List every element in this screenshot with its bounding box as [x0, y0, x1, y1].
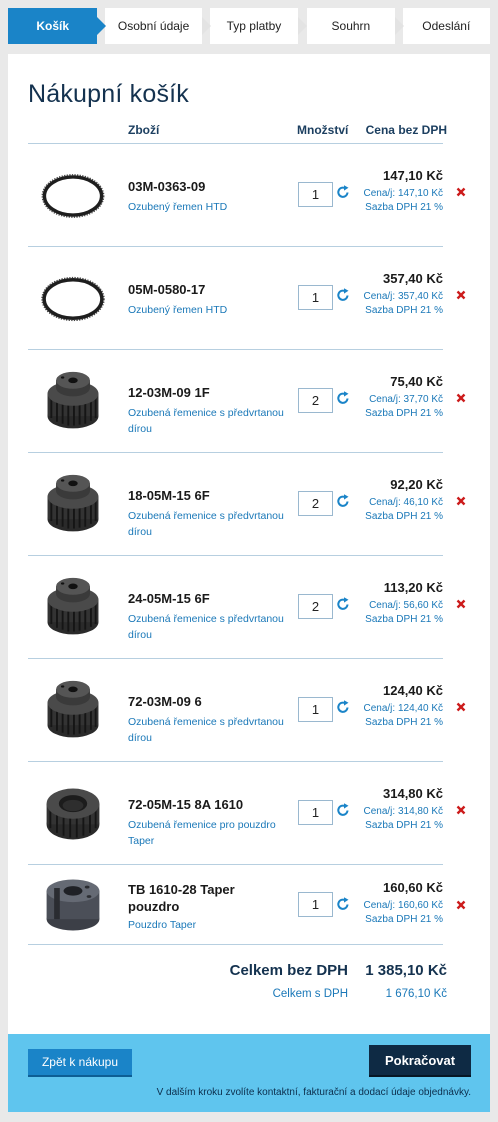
- unit-price: Cena/j: 357,40 Kč: [363, 291, 444, 302]
- pulley-icon[interactable]: [28, 556, 118, 659]
- vat-rate: Sazba DPH 21 %: [365, 202, 443, 213]
- total-gross-value: 1 676,10 Kč: [385, 988, 447, 1000]
- row-price: 113,20 Kč: [383, 580, 443, 595]
- step-arrow: [394, 17, 404, 35]
- cart-row: 24-05M-15 6F Ozubená řemenice s předvrta…: [28, 556, 443, 659]
- row-price: 314,80 Kč: [383, 786, 443, 801]
- vat-rate: Sazba DPH 21 %: [365, 408, 443, 419]
- unit-price: Cena/j: 314,80 Kč: [363, 806, 444, 817]
- back-to-shop-button[interactable]: Zpět k nákupu: [28, 1049, 132, 1077]
- step-arrow: [97, 17, 107, 35]
- step-summary[interactable]: Souhrn: [307, 8, 404, 44]
- cart-footer: Zpět k nákupu Pokračovat V dalším kroku …: [8, 1034, 490, 1112]
- product-code[interactable]: 03M-0363-09: [128, 178, 288, 195]
- product-description[interactable]: Ozubená řemenice s předvrtanou dírou: [128, 611, 293, 643]
- vat-rate: Sazba DPH 21 %: [365, 820, 443, 831]
- remove-icon[interactable]: [455, 804, 467, 816]
- cart-row: 05M-0580-17 Ozubený řemen HTD 357,40 Kč …: [28, 247, 443, 350]
- remove-icon[interactable]: [455, 392, 467, 404]
- vat-rate: Sazba DPH 21 %: [365, 305, 443, 316]
- remove-icon[interactable]: [455, 598, 467, 610]
- product-description[interactable]: Ozubená řemenice s předvrtanou dírou: [128, 508, 293, 540]
- remove-icon[interactable]: [455, 289, 467, 301]
- vat-rate: Sazba DPH 21 %: [365, 511, 443, 522]
- product-description[interactable]: Ozubený řemen HTD: [128, 302, 293, 318]
- step-label: Odeslání: [422, 19, 471, 33]
- pulley-icon[interactable]: [28, 659, 118, 762]
- product-code[interactable]: 05M-0580-17: [128, 281, 288, 298]
- vat-rate: Sazba DPH 21 %: [365, 914, 443, 925]
- cart-row: TB 1610-28 Taper pouzdro Pouzdro Taper 1…: [28, 865, 443, 945]
- product-description[interactable]: Ozubená řemenice s předvrtanou dírou: [128, 714, 293, 746]
- remove-icon[interactable]: [455, 186, 467, 198]
- step-label: Typ platby: [226, 19, 282, 33]
- pulley-icon[interactable]: [28, 453, 118, 556]
- step-cart[interactable]: Košík: [8, 8, 107, 44]
- step-arrow: [201, 17, 211, 35]
- remove-icon[interactable]: [455, 899, 467, 911]
- product-code[interactable]: 24-05M-15 6F: [128, 590, 288, 607]
- cart-row: 72-03M-09 6 Ozubená řemenice s předvrtan…: [28, 659, 443, 762]
- step-label: Souhrn: [331, 19, 371, 33]
- step-submit[interactable]: Odeslání: [402, 8, 491, 44]
- step-label: Košík: [36, 19, 70, 33]
- row-price: 160,60 Kč: [383, 880, 443, 895]
- unit-price: Cena/j: 124,40 Kč: [363, 703, 444, 714]
- product-code[interactable]: 72-05M-15 8A 1610: [128, 796, 288, 813]
- step-payment-type[interactable]: Typ platby: [209, 8, 308, 44]
- total-net-label: Celkem bez DPH: [229, 962, 348, 979]
- taper-pulley-icon[interactable]: [28, 762, 118, 865]
- remove-icon[interactable]: [455, 495, 467, 507]
- row-price: 147,10 Kč: [383, 168, 443, 183]
- row-price: 357,40 Kč: [383, 271, 443, 286]
- product-description[interactable]: Ozubená řemenice pro pouzdro Taper: [128, 817, 293, 849]
- cart-row: 72-05M-15 8A 1610 Ozubená řemenice pro p…: [28, 762, 443, 865]
- page-title: Nákupní košík: [28, 80, 190, 108]
- product-code[interactable]: 18-05M-15 6F: [128, 487, 288, 504]
- belt-icon[interactable]: [28, 247, 118, 350]
- remove-icon[interactable]: [455, 701, 467, 713]
- unit-price: Cena/j: 56,60 Kč: [369, 600, 443, 611]
- step-arrow: [298, 17, 308, 35]
- unit-price: Cena/j: 147,10 Kč: [363, 188, 444, 199]
- unit-price: Cena/j: 46,10 Kč: [369, 497, 443, 508]
- product-description[interactable]: Pouzdro Taper: [128, 917, 293, 933]
- step-label: Osobní údaje: [117, 19, 190, 33]
- cart-row: 18-05M-15 6F Ozubená řemenice s předvrta…: [28, 453, 443, 556]
- unit-price: Cena/j: 37,70 Kč: [369, 394, 443, 405]
- continue-button[interactable]: Pokračovat: [369, 1045, 471, 1077]
- unit-price: Cena/j: 160,60 Kč: [363, 900, 444, 911]
- belt-icon[interactable]: [28, 144, 118, 247]
- header-goods: Zboží: [128, 123, 160, 137]
- cart-row: 03M-0363-09 Ozubený řemen HTD 147,10 Kč …: [28, 144, 443, 247]
- cart-table-header: Zboží Množství Cena bez DPH: [28, 120, 447, 144]
- product-description[interactable]: Ozubená řemenice s předvrtanou dírou: [128, 405, 293, 437]
- vat-rate: Sazba DPH 21 %: [365, 614, 443, 625]
- taper-bush-icon[interactable]: [28, 865, 118, 945]
- total-net-value: 1 385,10 Kč: [365, 962, 447, 979]
- vat-rate: Sazba DPH 21 %: [365, 717, 443, 728]
- pulley-icon[interactable]: [28, 350, 118, 453]
- total-gross-label: Celkem s DPH: [272, 988, 348, 1000]
- cart-row: 12-03M-09 1F Ozubená řemenice s předvrta…: [28, 350, 443, 453]
- product-code[interactable]: 12-03M-09 1F: [128, 384, 288, 401]
- step-personal-info[interactable]: Osobní údaje: [105, 8, 211, 44]
- row-price: 124,40 Kč: [383, 683, 443, 698]
- row-price: 75,40 Kč: [390, 374, 443, 389]
- checkout-steps: Košík Osobní údaje Typ platby Souhrn Ode…: [8, 8, 491, 44]
- header-quantity: Množství: [297, 123, 349, 137]
- cart-card: Nákupní košík Zboží Množství Cena bez DP…: [8, 54, 490, 1112]
- row-price: 92,20 Kč: [390, 477, 443, 492]
- header-price: Cena bez DPH: [365, 123, 447, 137]
- product-description[interactable]: Ozubený řemen HTD: [128, 199, 293, 215]
- product-code[interactable]: TB 1610-28 Taper pouzdro: [128, 881, 288, 915]
- product-code[interactable]: 72-03M-09 6: [128, 693, 288, 710]
- next-step-hint: V dalším kroku zvolíte kontaktní, faktur…: [156, 1087, 471, 1098]
